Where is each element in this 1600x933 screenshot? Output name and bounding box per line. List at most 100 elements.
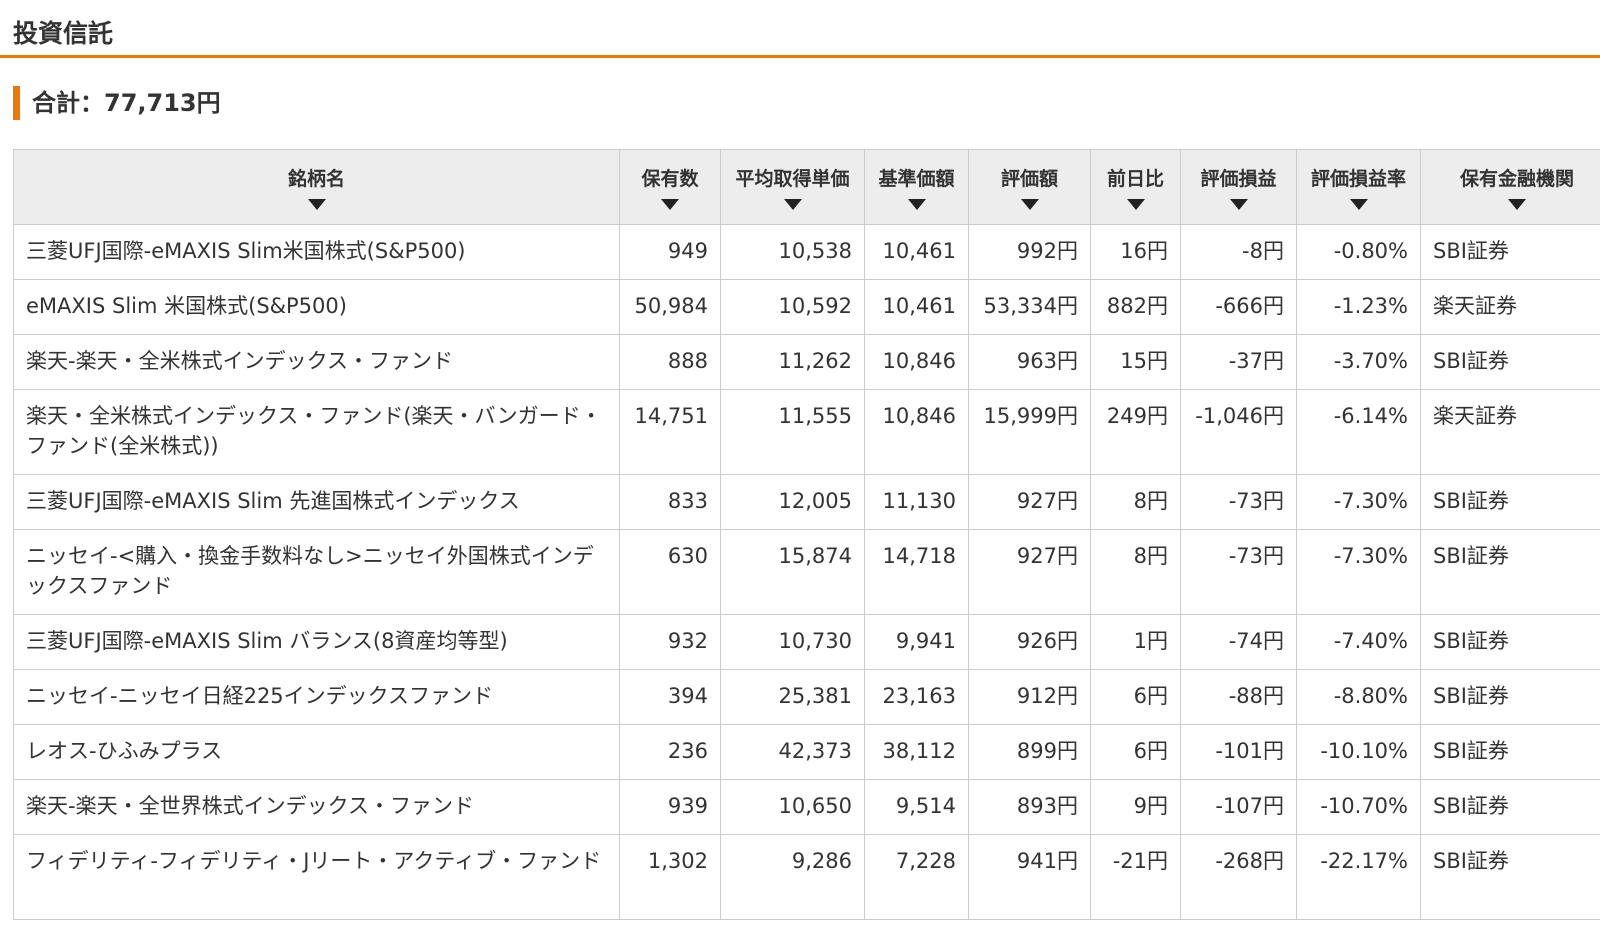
day-change: 249円 xyxy=(1090,389,1181,475)
day-change: 6円 xyxy=(1090,724,1181,780)
profit-loss-rate: -7.30% xyxy=(1296,529,1421,615)
column-header-name[interactable]: 銘柄名 xyxy=(13,149,620,225)
fund-name: 三菱UFJ国際-eMAXIS Slim バランス(8資産均等型) xyxy=(13,614,620,670)
sort-arrow-icon[interactable] xyxy=(783,199,802,210)
holding-qty: 14,751 xyxy=(619,389,721,475)
holding-qty: 949 xyxy=(619,224,721,280)
total-label: 合計： xyxy=(32,89,104,117)
table-row: 三菱UFJ国際-eMAXIS Slim 先進国株式インデックス 833 12,0… xyxy=(13,474,1600,530)
valuation: 53,334円 xyxy=(968,279,1091,335)
day-change: 1円 xyxy=(1090,614,1181,670)
base-price: 10,846 xyxy=(864,389,969,475)
institution: SBI証券 xyxy=(1420,529,1600,615)
column-header-day-change[interactable]: 前日比 xyxy=(1090,149,1181,225)
profit-loss-rate: -7.30% xyxy=(1296,474,1421,530)
table-row: 楽天・全米株式インデックス・ファンド(楽天・バンガード・ファンド(全米株式)) … xyxy=(13,389,1600,475)
day-change: 16円 xyxy=(1090,224,1181,280)
table-row: 三菱UFJ国際-eMAXIS Slim バランス(8資産均等型) 932 10,… xyxy=(13,614,1600,670)
base-price: 38,112 xyxy=(864,724,969,780)
base-price: 23,163 xyxy=(864,669,969,725)
institution: SBI証券 xyxy=(1420,834,1600,920)
holding-qty: 394 xyxy=(619,669,721,725)
avg-price: 15,874 xyxy=(720,529,865,615)
day-change: 6円 xyxy=(1090,669,1181,725)
base-price: 11,130 xyxy=(864,474,969,530)
valuation: 941円 xyxy=(968,834,1091,920)
sort-arrow-icon[interactable] xyxy=(1508,199,1526,210)
total-value: 77,713円 xyxy=(104,89,221,117)
funds-table: 銘柄名 保有数 平均取得単価 基準価額 評価額 前日比 評価損益 評価損益率 保… xyxy=(13,149,1600,920)
profit-loss: -73円 xyxy=(1180,474,1297,530)
fund-name: ニッセイ-ニッセイ日経225インデックスファンド xyxy=(13,669,620,725)
holding-qty: 1,302 xyxy=(619,834,721,920)
avg-price: 10,730 xyxy=(720,614,865,670)
fund-name: フィデリティ-フィデリティ・Jリート・アクティブ・ファンド xyxy=(13,834,620,920)
total-summary: 合計：77,713円 xyxy=(13,86,221,120)
profit-loss: -107円 xyxy=(1180,779,1297,835)
profit-loss-rate: -6.14% xyxy=(1296,389,1421,475)
valuation: 15,999円 xyxy=(968,389,1091,475)
column-header-avg-price[interactable]: 平均取得単価 xyxy=(720,149,865,225)
avg-price: 25,381 xyxy=(720,669,865,725)
profit-loss-rate: -10.70% xyxy=(1296,779,1421,835)
profit-loss-rate: -10.10% xyxy=(1296,724,1421,780)
table-row: フィデリティ-フィデリティ・Jリート・アクティブ・ファンド 1,302 9,28… xyxy=(13,834,1600,920)
column-header-value[interactable]: 評価額 xyxy=(968,149,1091,225)
sort-arrow-icon[interactable] xyxy=(1229,199,1248,210)
fund-name: eMAXIS Slim 米国株式(S&P500) xyxy=(13,279,620,335)
profit-loss: -666円 xyxy=(1180,279,1297,335)
holding-qty: 932 xyxy=(619,614,721,670)
table-row: ニッセイ-ニッセイ日経225インデックスファンド 394 25,381 23,1… xyxy=(13,669,1600,725)
holding-qty: 939 xyxy=(619,779,721,835)
holding-qty: 50,984 xyxy=(619,279,721,335)
column-header-profit-loss[interactable]: 評価損益 xyxy=(1180,149,1297,225)
day-change: 9円 xyxy=(1090,779,1181,835)
institution: SBI証券 xyxy=(1420,669,1600,725)
profit-loss-rate: -0.80% xyxy=(1296,224,1421,280)
avg-price: 10,650 xyxy=(720,779,865,835)
profit-loss: -101円 xyxy=(1180,724,1297,780)
table-header-row: 銘柄名 保有数 平均取得単価 基準価額 評価額 前日比 評価損益 評価損益率 保… xyxy=(13,149,1600,225)
fund-name: レオス-ひふみプラス xyxy=(13,724,620,780)
day-change: 8円 xyxy=(1090,529,1181,615)
holding-qty: 833 xyxy=(619,474,721,530)
profit-loss-rate: -7.40% xyxy=(1296,614,1421,670)
table-row: eMAXIS Slim 米国株式(S&P500) 50,984 10,592 1… xyxy=(13,279,1600,335)
valuation: 912円 xyxy=(968,669,1091,725)
profit-loss-rate: -3.70% xyxy=(1296,334,1421,390)
sort-arrow-icon[interactable] xyxy=(307,199,326,210)
profit-loss: -73円 xyxy=(1180,529,1297,615)
sort-arrow-icon[interactable] xyxy=(1020,199,1039,210)
table-row: 楽天-楽天・全世界株式インデックス・ファンド 939 10,650 9,514 … xyxy=(13,779,1600,835)
fund-name: 楽天・全米株式インデックス・ファンド(楽天・バンガード・ファンド(全米株式)) xyxy=(13,389,620,475)
fund-name: 三菱UFJ国際-eMAXIS Slim 先進国株式インデックス xyxy=(13,474,620,530)
sort-arrow-icon[interactable] xyxy=(1126,199,1145,210)
table-row: ニッセイ-<購入・換金手数料なし>ニッセイ外国株式インデックスファンド 630 … xyxy=(13,529,1600,615)
institution: SBI証券 xyxy=(1420,779,1600,835)
table-row: 三菱UFJ国際-eMAXIS Slim米国株式(S&P500) 949 10,5… xyxy=(13,224,1600,280)
avg-price: 42,373 xyxy=(720,724,865,780)
institution: SBI証券 xyxy=(1420,614,1600,670)
day-change: 8円 xyxy=(1090,474,1181,530)
column-header-base-price[interactable]: 基準価額 xyxy=(864,149,969,225)
avg-price: 10,538 xyxy=(720,224,865,280)
sort-arrow-icon[interactable] xyxy=(1349,199,1368,210)
valuation: 893円 xyxy=(968,779,1091,835)
profit-loss-rate: -1.23% xyxy=(1296,279,1421,335)
column-header-profit-loss-rate[interactable]: 評価損益率 xyxy=(1296,149,1421,225)
sort-arrow-icon[interactable] xyxy=(907,199,926,210)
day-change: -21円 xyxy=(1090,834,1181,920)
column-header-qty[interactable]: 保有数 xyxy=(619,149,721,225)
avg-price: 12,005 xyxy=(720,474,865,530)
sort-arrow-icon[interactable] xyxy=(661,199,679,210)
base-price: 10,461 xyxy=(864,224,969,280)
table-row: レオス-ひふみプラス 236 42,373 38,112 899円 6円 -10… xyxy=(13,724,1600,780)
profit-loss: -268円 xyxy=(1180,834,1297,920)
holding-qty: 236 xyxy=(619,724,721,780)
institution: SBI証券 xyxy=(1420,474,1600,530)
column-header-institution[interactable]: 保有金融機関 xyxy=(1420,149,1600,225)
institution: SBI証券 xyxy=(1420,224,1600,280)
fund-name: 楽天-楽天・全米株式インデックス・ファンド xyxy=(13,334,620,390)
valuation: 927円 xyxy=(968,529,1091,615)
valuation: 927円 xyxy=(968,474,1091,530)
